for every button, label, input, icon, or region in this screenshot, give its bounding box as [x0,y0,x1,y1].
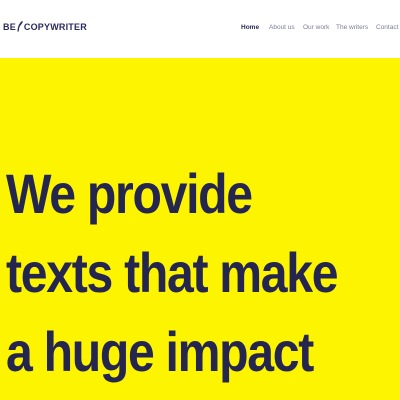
nav-item-contact[interactable]: Contact [376,24,398,31]
main-nav: Home About us Our work The writers Conta… [0,24,400,36]
nav-item-about-us[interactable]: About us [269,24,295,31]
nav-item-the-writers[interactable]: The writers [336,24,368,31]
hero-headline-line-1: We provide [6,162,253,225]
hero-section: We provide texts that make a huge impact [0,58,400,400]
hero-headline-line-3: a huge impact [6,320,314,383]
nav-item-home[interactable]: Home [241,24,259,31]
hero-headline-line-2: texts that make [6,241,339,304]
site-header: BE COPYWRITER Home About us Our work The… [0,0,400,58]
nav-item-our-work[interactable]: Our work [303,24,329,31]
